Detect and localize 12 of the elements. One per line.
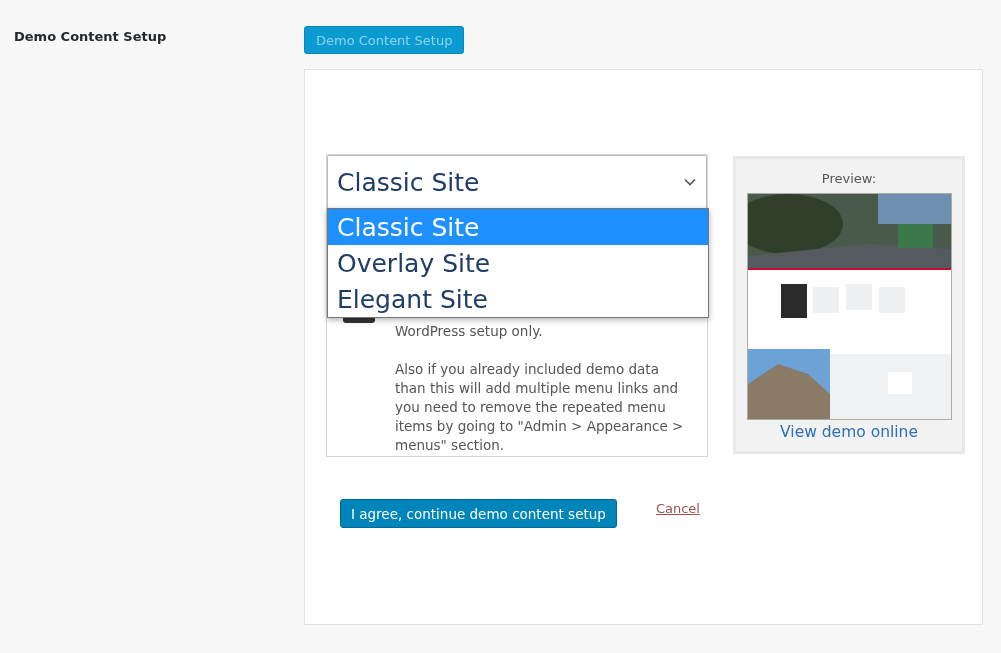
dropdown-option[interactable]: Overlay Site bbox=[328, 245, 708, 281]
preview-title: Preview: bbox=[821, 171, 877, 186]
dropdown-option[interactable]: Elegant Site bbox=[328, 281, 708, 317]
cancel-link[interactable]: Cancel bbox=[655, 501, 700, 516]
view-demo-link[interactable]: View demo online bbox=[780, 423, 918, 441]
section-label: Demo Content Setup bbox=[14, 29, 168, 44]
agree-button[interactable]: I agree, continue demo content setup bbox=[340, 499, 617, 528]
chevron-down-icon bbox=[684, 178, 696, 186]
site-select[interactable]: Classic Site bbox=[327, 155, 707, 209]
dropdown-option[interactable]: Classic Site bbox=[328, 209, 708, 245]
notice-text: Also if you already included demo data than this will add multiple menu links and you need to remove the repeated menu items by going to "Admin > Appearance > menus" section. bbox=[395, 360, 685, 455]
notice-text: WordPress setup only. bbox=[395, 322, 544, 341]
